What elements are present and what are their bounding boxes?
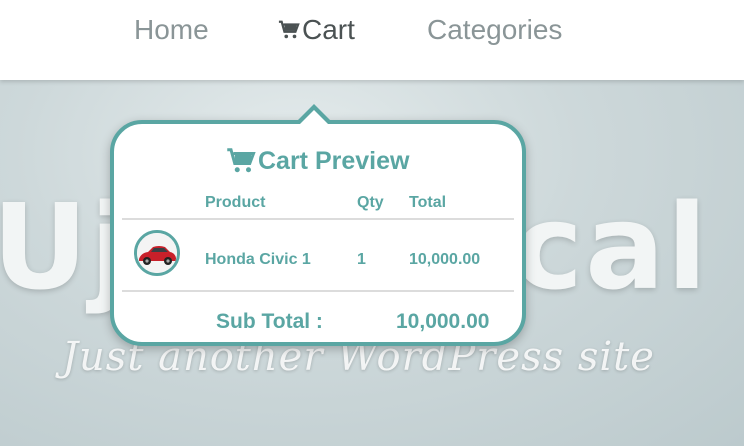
subtotal-value: 10,000.00 [396, 310, 490, 333]
cart-icon [227, 148, 256, 173]
column-header-product: Product [205, 194, 266, 211]
cart-icon [278, 20, 300, 39]
cart-preview-popup: Cart Preview Product Qty Total Honda Civ… [110, 120, 526, 346]
cart-item-qty: 1 [357, 251, 366, 268]
subtotal-divider [122, 290, 514, 292]
cart-item-total: 10,000.00 [409, 251, 481, 268]
column-header-qty: Qty [357, 194, 384, 211]
subtotal-label: Sub Total : [216, 310, 323, 333]
nav-home-label: Home [134, 14, 209, 45]
nav-cart[interactable]: Cart [278, 14, 355, 46]
red-car-image [137, 233, 177, 273]
column-header-total: Total [409, 194, 447, 211]
cart-item-name[interactable]: Honda Civic 1 [205, 251, 311, 269]
nav-home[interactable]: Home [134, 14, 209, 46]
cart-preview-title-text: Cart Preview [258, 146, 410, 175]
cart-preview-title: Cart Preview [226, 146, 409, 176]
product-thumbnail[interactable] [134, 230, 180, 276]
header-divider [122, 218, 514, 220]
top-navbar: Home Cart Categories [0, 0, 744, 80]
nav-categories-label: Categories [427, 14, 563, 45]
nav-cart-label: Cart [302, 14, 355, 45]
nav-categories[interactable]: Categories [427, 14, 562, 46]
popup-arrow-fill [300, 110, 328, 124]
